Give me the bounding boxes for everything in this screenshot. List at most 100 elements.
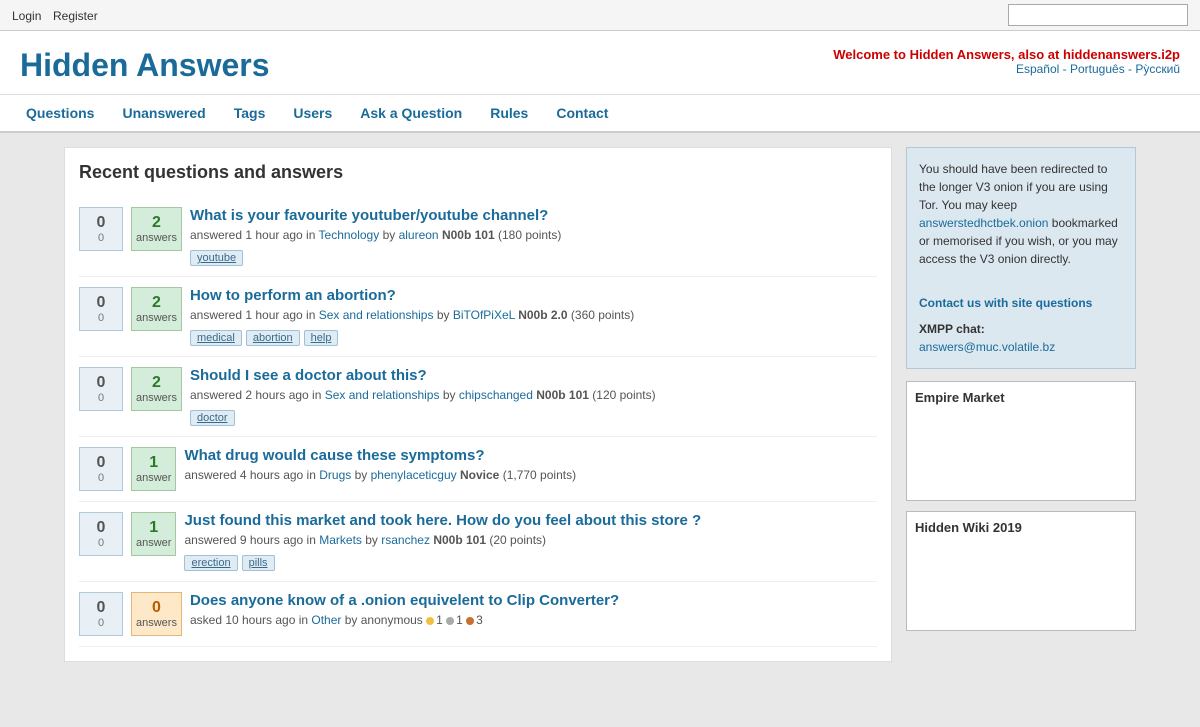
vote-count: 0	[84, 374, 118, 392]
page-title: Recent questions and answers	[79, 162, 877, 183]
topbar: Login Register	[0, 0, 1200, 31]
answer-box: 2answers	[131, 367, 182, 411]
table-row: 001answerWhat drug would cause these sym…	[79, 437, 877, 502]
table-row: 002answersWhat is your favourite youtube…	[79, 197, 877, 277]
question-body: Should I see a doctor about this? answere…	[190, 367, 877, 426]
question-meta: answered 4 hours ago in Drugs by phenyla…	[184, 468, 877, 482]
site-title[interactable]: Hidden Answers	[20, 47, 270, 84]
question-body: Does anyone know of a .onion equivelent …	[190, 592, 877, 632]
ad-empire-market[interactable]: Empire Market	[906, 381, 1136, 501]
welcome-text: Welcome to Hidden Answers, also at hidde…	[833, 47, 1180, 62]
user-link[interactable]: alureon	[399, 228, 439, 242]
tag[interactable]: erection	[184, 555, 237, 571]
silver-badge-dot	[446, 617, 454, 625]
tag[interactable]: help	[304, 330, 339, 346]
answer-count: 2	[136, 214, 177, 232]
vote-box: 00	[79, 287, 123, 331]
question-title[interactable]: What drug would cause these symptoms?	[184, 447, 877, 464]
xmpp-label: XMPP chat:	[919, 320, 1123, 338]
nav-tags[interactable]: Tags	[220, 95, 280, 131]
lang-links: Español - Português - Рỳсскиŭ	[833, 62, 1180, 76]
register-link[interactable]: Register	[53, 9, 98, 23]
nav-questions[interactable]: Questions	[12, 95, 108, 131]
tag[interactable]: doctor	[190, 410, 235, 426]
question-title[interactable]: Does anyone know of a .onion equivelent …	[190, 592, 877, 609]
user-link[interactable]: chipschanged	[459, 388, 533, 402]
sidebar-info-box: You should have been redirected to the l…	[906, 147, 1136, 369]
sidebar: You should have been redirected to the l…	[906, 147, 1136, 662]
answer-count: 1	[136, 454, 171, 472]
lang-es[interactable]: Español	[1016, 62, 1059, 76]
xmpp-email[interactable]: answers@muc.volatile.bz	[919, 340, 1055, 354]
ad2-title: Hidden Wiki 2019	[915, 520, 1022, 535]
vote-count: 0	[84, 214, 118, 232]
question-body: What is your favourite youtuber/youtube …	[190, 207, 877, 266]
header: Hidden Answers Welcome to Hidden Answers…	[0, 31, 1200, 95]
ad-hidden-wiki[interactable]: Hidden Wiki 2019	[906, 511, 1136, 631]
questions-list: 002answersWhat is your favourite youtube…	[79, 197, 877, 647]
nav-unanswered[interactable]: Unanswered	[108, 95, 219, 131]
answer-box: 0answers	[131, 592, 182, 636]
user-link[interactable]: rsanchez	[381, 533, 430, 547]
question-meta: answered 1 hour ago in Sex and relations…	[190, 308, 877, 322]
category-link[interactable]: Sex and relationships	[325, 388, 440, 402]
vote-count: 0	[84, 454, 118, 472]
question-title[interactable]: What is your favourite youtuber/youtube …	[190, 207, 877, 224]
ad1-title: Empire Market	[915, 390, 1005, 405]
tag[interactable]: abortion	[246, 330, 300, 346]
answer-count: 2	[136, 374, 177, 392]
question-meta: answered 9 hours ago in Markets by rsanc…	[184, 533, 877, 547]
answer-box: 1answer	[131, 447, 176, 491]
table-row: 001answer Just found this market and took…	[79, 502, 877, 582]
tag[interactable]: youtube	[190, 250, 243, 266]
vote-count: 0	[84, 519, 118, 537]
user-link[interactable]: BiTOfPiXeL	[453, 308, 515, 322]
header-right: Welcome to Hidden Answers, also at hidde…	[833, 47, 1180, 76]
category-link[interactable]: Drugs	[319, 468, 351, 482]
tags-container: medicalabortionhelp	[190, 327, 877, 346]
nav: Questions Unanswered Tags Users Ask a Qu…	[0, 95, 1200, 133]
contact-link[interactable]: Contact us with site questions	[919, 294, 1123, 312]
table-row: 000answersDoes anyone know of a .onion e…	[79, 582, 877, 647]
tag[interactable]: pills	[242, 555, 275, 571]
lang-pt[interactable]: Português	[1070, 62, 1125, 76]
question-body: Just found this market and took here. Ho…	[184, 512, 877, 571]
user-link[interactable]: phenylaceticguy	[371, 468, 457, 482]
vote-count: 0	[84, 599, 118, 617]
tags-container: erection pills	[184, 552, 877, 571]
tag[interactable]: medical	[190, 330, 242, 346]
question-meta: answered 2 hours ago in Sex and relation…	[190, 388, 877, 402]
category-link[interactable]: Markets	[319, 533, 362, 547]
answer-box: 2answers	[131, 287, 182, 331]
lang-ru[interactable]: Рỳсскиŭ	[1135, 62, 1180, 76]
vote-box: 00	[79, 367, 123, 411]
gold-badge-dot	[426, 617, 434, 625]
answer-box: 1answer	[131, 512, 176, 556]
question-title[interactable]: How to perform an abortion?	[190, 287, 877, 304]
question-title[interactable]: Just found this market and took here. Ho…	[184, 512, 877, 529]
question-meta: answered 1 hour ago in Technology by alu…	[190, 228, 877, 242]
nav-contact[interactable]: Contact	[542, 95, 622, 131]
table-row: 002answers How to perform an abortion? ans…	[79, 277, 877, 357]
answer-count: 1	[136, 519, 171, 537]
nav-ask[interactable]: Ask a Question	[346, 95, 476, 131]
nav-users[interactable]: Users	[279, 95, 346, 131]
tags-container: youtube	[190, 247, 877, 266]
login-link[interactable]: Login	[12, 9, 41, 23]
onion-link[interactable]: answerstedhctbek.onion	[919, 216, 1048, 230]
nav-rules[interactable]: Rules	[476, 95, 542, 131]
question-body: How to perform an abortion? answered 1 ho…	[190, 287, 877, 346]
vote-box: 00	[79, 512, 123, 556]
sidebar-info-text: You should have been redirected to the l…	[919, 162, 1108, 212]
category-link[interactable]: Technology	[319, 228, 380, 242]
bronze-badge-dot	[466, 617, 474, 625]
question-body: What drug would cause these symptoms? ans…	[184, 447, 877, 487]
question-title[interactable]: Should I see a doctor about this?	[190, 367, 877, 384]
search-input[interactable]	[1008, 4, 1188, 26]
vote-box: 00	[79, 447, 123, 491]
content-area: Recent questions and answers 002answersW…	[64, 147, 892, 662]
tags-container: doctor	[190, 407, 877, 426]
vote-box: 00	[79, 207, 123, 251]
main-layout: Recent questions and answers 002answersW…	[50, 133, 1150, 676]
category-link[interactable]: Sex and relationships	[319, 308, 434, 322]
